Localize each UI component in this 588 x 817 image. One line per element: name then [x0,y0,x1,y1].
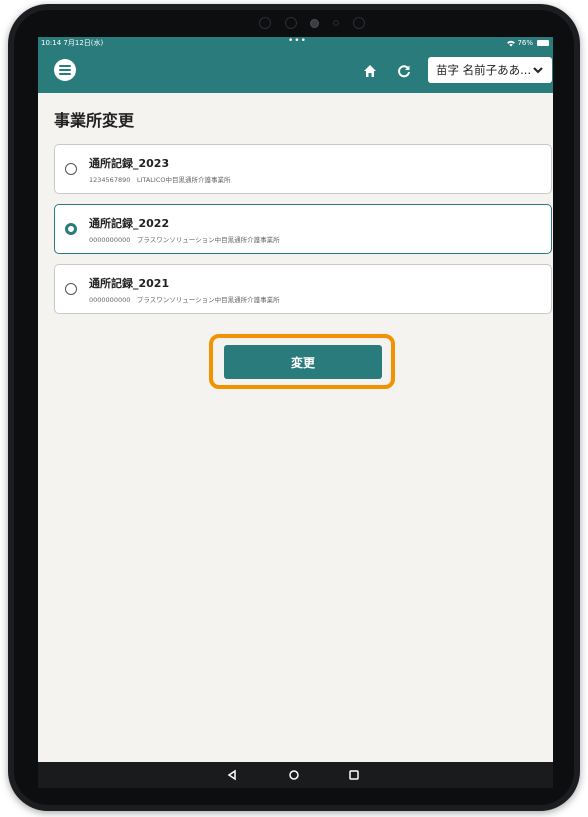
radio-button[interactable] [65,283,77,295]
home-button[interactable] [360,61,380,81]
app-header: 苗字 名前子ああ... [38,49,553,93]
battery-percent: 76% [517,39,533,47]
user-name: 苗字 名前子ああ... [436,63,532,77]
status-date: 7月12日(水) [63,39,104,47]
multitask-dots[interactable]: ••• [288,37,307,47]
chevron-down-icon [533,67,543,74]
menu-button[interactable] [54,59,76,81]
radio-button-selected[interactable] [65,223,77,235]
change-button[interactable]: 変更 [224,345,382,379]
status-time: 10:14 7月12日(水) [41,37,103,49]
refresh-button[interactable] [394,61,414,81]
page-title: 事業所変更 [54,111,135,130]
tablet-frame: 10:14 7月12日(水) ••• 76% 苗字 名前子ああ... 事業所変更… [8,4,580,811]
wifi-icon [507,39,517,47]
sensor-dot [258,17,271,29]
option-subtitle: 1234567890 LITALICO中目黒通所介護事業所 [89,176,231,184]
user-select[interactable]: 苗字 名前子ああ... [428,57,552,83]
camera-strip [252,14,372,32]
option-title: 通所記録_2023 [89,157,170,170]
nav-recent-icon[interactable] [348,769,360,781]
menu-icon [59,65,71,75]
status-bar: 10:14 7月12日(水) ••• 76% [38,37,553,49]
nav-home-icon[interactable] [288,769,300,781]
option-card-2023[interactable]: 通所記録_2023 1234567890 LITALICO中目黒通所介護事業所 [54,144,552,194]
option-title: 通所記録_2021 [89,277,170,290]
status-clock: 10:14 [41,39,62,47]
option-title: 通所記録_2022 [89,217,170,230]
status-right: 76% [507,37,533,49]
radio-button[interactable] [65,163,77,175]
android-nav-bar [38,762,553,788]
option-card-2021[interactable]: 通所記録_2021 0000000000 プラスワンソリューション中目黒通所介護… [54,264,552,314]
home-icon [364,65,376,77]
option-subtitle: 0000000000 プラスワンソリューション中目黒通所介護事業所 [89,296,280,304]
battery-icon [537,40,549,46]
refresh-icon [398,65,410,78]
option-subtitle: 0000000000 プラスワンソリューション中目黒通所介護事業所 [89,236,280,244]
sensor-dot [333,20,340,26]
sensor-dot [353,17,366,29]
sensor-dot [284,17,297,29]
nav-back-icon[interactable] [226,769,238,781]
camera-lens-icon [310,18,320,28]
screen: 10:14 7月12日(水) ••• 76% 苗字 名前子ああ... 事業所変更… [38,37,553,788]
option-card-2022[interactable]: 通所記録_2022 0000000000 プラスワンソリューション中目黒通所介護… [54,204,552,254]
